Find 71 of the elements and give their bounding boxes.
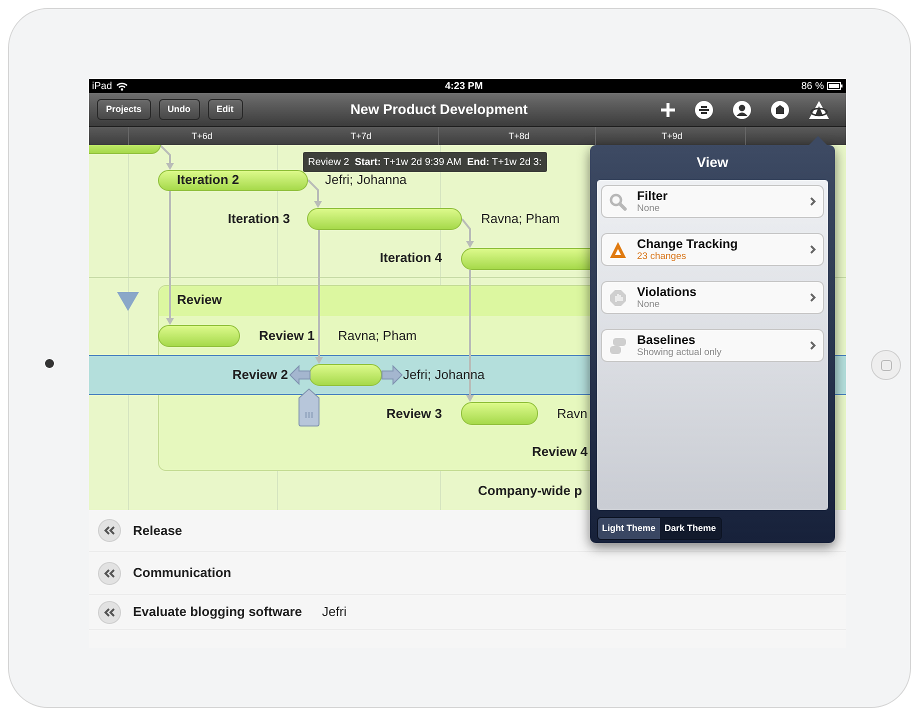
popover-item[interactable]: Baselines Showing actual only	[601, 329, 824, 362]
collapse-button[interactable]	[98, 600, 121, 624]
task-label: Review 2	[232, 367, 288, 383]
assignee-label: Ravn	[557, 406, 588, 422]
popover-item[interactable]: Filter None	[601, 185, 824, 218]
assignee-label: Jefri	[322, 603, 347, 622]
circle-icon[interactable]	[694, 100, 714, 120]
group-label: Review	[177, 292, 222, 308]
double-chevron-left-icon	[104, 608, 115, 616]
chevron-right-icon	[810, 245, 816, 254]
person-icon[interactable]	[732, 100, 752, 120]
assignee-label: Ravna; Pham	[481, 211, 560, 227]
assignee-label: Jefri; Johanna	[403, 367, 485, 383]
timeline-label: T+7d	[350, 130, 372, 143]
popover-title: View	[696, 153, 728, 172]
outline-item[interactable]: Release	[133, 520, 182, 540]
task-label: Iteration 3	[228, 211, 290, 227]
warning-triangle-icon	[609, 240, 627, 258]
device-name: iPad	[92, 80, 112, 94]
layers-icon	[609, 336, 627, 354]
popover-item[interactable]: Change Tracking 23 changes	[601, 233, 824, 266]
outline-item[interactable]: Communication	[133, 563, 232, 583]
chevron-right-icon	[810, 341, 816, 350]
item-detail: None	[637, 202, 661, 214]
battery-icon	[827, 82, 843, 90]
chevron-right-icon	[810, 293, 816, 302]
double-chevron-left-icon	[104, 568, 115, 578]
theme-tab[interactable]: Dark Theme	[660, 518, 721, 539]
dependency-arrow	[461, 218, 474, 248]
item-detail: 23 changes	[637, 250, 686, 262]
hand-octagon-icon	[609, 288, 627, 306]
toolbar-button[interactable]: Projects	[97, 99, 151, 120]
timeline-label: T+9d	[660, 130, 684, 143]
task-label: Review 3	[386, 406, 442, 422]
add-icon[interactable]	[660, 102, 676, 118]
popover-arrow-icon	[809, 136, 827, 145]
chevron-right-icon	[810, 197, 816, 206]
task-label: Review 1	[259, 328, 315, 344]
task-tooltip: Review 2 Start: T+1w 2d 9:39 AM End: T+1w 2d 3:	[303, 152, 547, 172]
wifi-icon	[116, 82, 128, 90]
task-bar[interactable]	[158, 170, 308, 191]
item-title: Filter	[637, 188, 668, 202]
timeline-label: T+6d	[190, 130, 214, 143]
assignee-label: Jefri; Johanna	[325, 172, 407, 188]
popover-item[interactable]: Violations None	[601, 281, 824, 314]
dependency-arrow	[307, 179, 322, 208]
battery-percentage: 86 %	[801, 80, 824, 94]
toolbar-button[interactable]: Edit	[208, 99, 243, 120]
task-label: Iteration 4	[380, 250, 442, 266]
theme-tab[interactable]: Light Theme	[598, 518, 660, 539]
dependency-arrow	[159, 145, 174, 170]
outline-item[interactable]: Evaluate blogging software	[133, 602, 302, 622]
triangle-icon[interactable]	[808, 100, 830, 120]
collapse-button[interactable]	[98, 519, 121, 542]
item-title: Baselines	[637, 332, 696, 346]
timeline-label: T+8d	[508, 130, 530, 143]
status-time: 4:23 PM	[445, 80, 483, 94]
toolbar-button[interactable]: Undo	[158, 99, 200, 120]
item-title: Violations	[637, 284, 697, 298]
window-title: New Product Development	[349, 100, 529, 119]
assignee-label: Ravna; Pham	[338, 328, 417, 344]
task-label: Iteration 2	[177, 172, 240, 188]
search-icon	[609, 192, 627, 210]
camera-icon	[45, 359, 54, 368]
item-title: Change Tracking	[637, 236, 738, 250]
collapse-button[interactable]	[98, 562, 121, 584]
item-detail: Showing actual only	[637, 346, 722, 358]
item-detail: None	[637, 298, 661, 310]
task-label: Review 4	[532, 444, 588, 460]
task-label: Company-wide p	[478, 483, 582, 499]
double-chevron-left-icon	[104, 526, 115, 535]
